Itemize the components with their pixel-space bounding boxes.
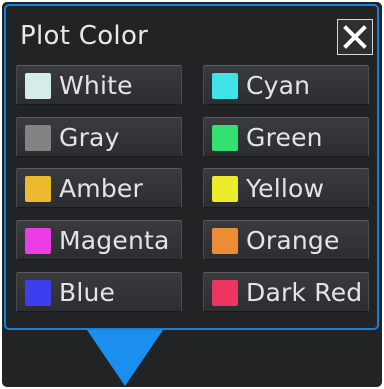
color-button-amber[interactable]: Amber: [16, 168, 182, 208]
color-label-gray: Gray: [59, 123, 120, 152]
green-swatch: [212, 125, 238, 151]
color-button-magenta[interactable]: Magenta: [16, 220, 182, 260]
yellow-swatch: [212, 176, 238, 202]
color-button-white[interactable]: White: [16, 65, 182, 105]
color-button-yellow[interactable]: Yellow: [203, 168, 369, 208]
close-icon: [343, 25, 367, 49]
color-button-cyan[interactable]: Cyan: [203, 65, 369, 105]
magenta-swatch: [25, 228, 51, 254]
color-label-magenta: Magenta: [59, 226, 170, 255]
dialog-pointer-arrow: [87, 330, 163, 386]
color-label-dark-red: Dark Red: [246, 278, 363, 307]
color-label-orange: Orange: [246, 226, 340, 255]
color-label-cyan: Cyan: [246, 71, 311, 100]
blue-swatch: [25, 280, 51, 306]
color-button-orange[interactable]: Orange: [203, 220, 369, 260]
color-button-dark-red[interactable]: Dark Red: [203, 272, 369, 312]
color-label-blue: Blue: [59, 278, 116, 307]
close-button[interactable]: [337, 19, 373, 55]
color-label-yellow: Yellow: [246, 174, 325, 203]
plot-color-canvas: Plot Color White Cyan Gray Green Amber Y…: [0, 0, 384, 389]
cyan-swatch: [212, 73, 238, 99]
color-button-green[interactable]: Green: [203, 117, 369, 157]
amber-swatch: [25, 176, 51, 202]
color-button-gray[interactable]: Gray: [16, 117, 182, 157]
color-label-amber: Amber: [59, 174, 143, 203]
white-swatch: [25, 73, 51, 99]
color-label-white: White: [59, 71, 133, 100]
gray-swatch: [25, 125, 51, 151]
dark-red-swatch: [212, 280, 238, 306]
orange-swatch: [212, 228, 238, 254]
color-button-blue[interactable]: Blue: [16, 272, 182, 312]
dialog-title: Plot Color: [20, 21, 149, 51]
color-label-green: Green: [246, 123, 323, 152]
